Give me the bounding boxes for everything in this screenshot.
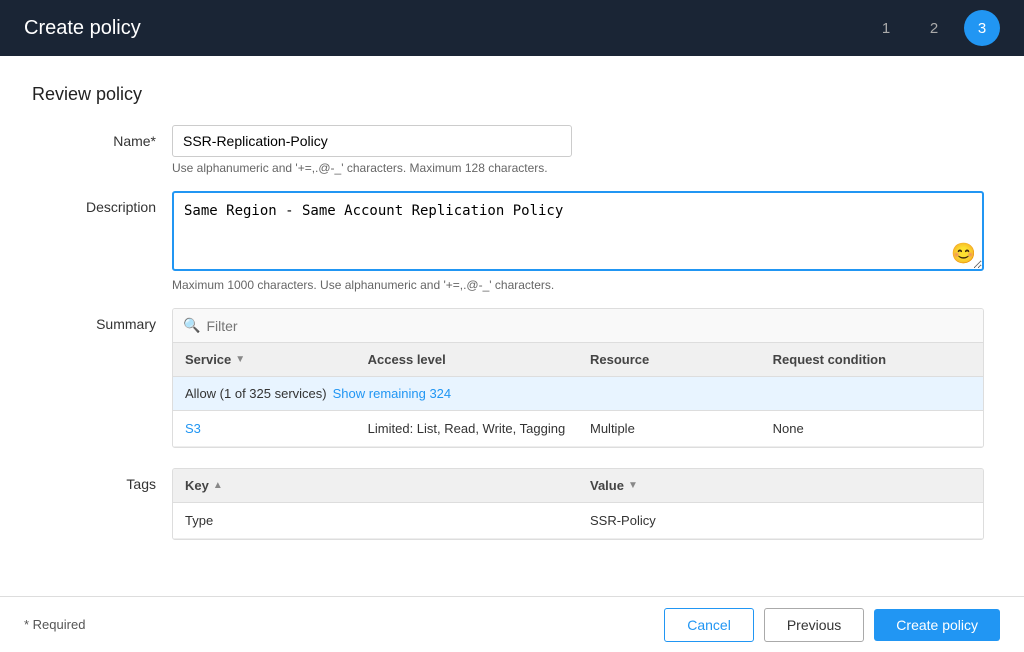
tags-field-wrapper: Key ▲ Value ▼ Type SSR-Policy	[172, 468, 992, 540]
tags-label: Tags	[32, 468, 172, 492]
key-sort-icon: ▲	[213, 480, 223, 491]
step-2: 2	[916, 10, 952, 46]
footer-buttons: Cancel Previous Create policy	[664, 608, 1000, 642]
name-label: Name*	[32, 125, 172, 149]
footer: * Required Cancel Previous Create policy	[0, 596, 1024, 652]
condition-column-header: Request condition	[761, 343, 983, 376]
name-input[interactable]	[172, 125, 572, 157]
access-cell: Limited: List, Read, Write, Tagging	[356, 411, 578, 446]
description-row: Description 😊 Maximum 1000 characters. U…	[32, 191, 992, 292]
summary-row: Summary 🔍 Service ▼ Access level Resourc…	[32, 308, 992, 448]
tags-row: Tags Key ▲ Value ▼ Type SSR-Policy	[32, 468, 992, 540]
page-title: Create policy	[24, 17, 141, 40]
textarea-wrapper: 😊	[172, 191, 984, 274]
emoji-icon: 😊	[951, 241, 976, 266]
value-column-header: Value ▼	[578, 469, 983, 502]
description-hint: Maximum 1000 characters. Use alphanumeri…	[172, 278, 992, 292]
table-header: Service ▼ Access level Resource Request …	[173, 343, 983, 377]
value-cell: SSR-Policy	[578, 503, 983, 538]
required-note: * Required	[24, 617, 85, 632]
step-1: 1	[868, 10, 904, 46]
cancel-button[interactable]: Cancel	[664, 608, 754, 642]
resource-column-header: Resource	[578, 343, 761, 376]
description-input[interactable]	[172, 191, 984, 271]
top-bar: Create policy 1 2 3	[0, 0, 1024, 56]
summary-label: Summary	[32, 308, 172, 332]
tags-table-row: Type SSR-Policy	[173, 503, 983, 539]
group-row: Allow (1 of 325 services) Show remaining…	[173, 377, 983, 411]
key-column-header: Key ▲	[173, 469, 578, 502]
create-policy-button[interactable]: Create policy	[874, 609, 1000, 641]
tags-box: Key ▲ Value ▼ Type SSR-Policy	[172, 468, 984, 540]
search-icon: 🔍	[183, 317, 200, 334]
table-row: S3 Limited: List, Read, Write, Tagging M…	[173, 411, 983, 447]
description-label: Description	[32, 191, 172, 215]
description-field-wrapper: 😊 Maximum 1000 characters. Use alphanume…	[172, 191, 992, 292]
show-remaining-link[interactable]: Show remaining 324	[333, 386, 452, 401]
service-column-header: Service ▼	[173, 343, 356, 376]
name-hint: Use alphanumeric and '+=,.@-_' character…	[172, 161, 992, 175]
resource-cell: Multiple	[578, 411, 761, 446]
summary-box: 🔍 Service ▼ Access level Resource Reques…	[172, 308, 984, 448]
name-field-wrapper: Use alphanumeric and '+=,.@-_' character…	[172, 125, 992, 175]
steps-indicator: 1 2 3	[868, 10, 1000, 46]
tags-header: Key ▲ Value ▼	[173, 469, 983, 503]
summary-field-wrapper: 🔍 Service ▼ Access level Resource Reques…	[172, 308, 992, 448]
filter-input[interactable]	[206, 318, 973, 334]
section-title: Review policy	[32, 84, 992, 105]
service-cell[interactable]: S3	[173, 411, 356, 446]
value-sort-icon: ▼	[628, 480, 638, 491]
filter-bar: 🔍	[173, 309, 983, 343]
key-cell: Type	[173, 503, 578, 538]
sort-icon: ▼	[235, 354, 245, 365]
name-row: Name* Use alphanumeric and '+=,.@-_' cha…	[32, 125, 992, 175]
previous-button[interactable]: Previous	[764, 608, 864, 642]
main-content: Review policy Name* Use alphanumeric and…	[0, 56, 1024, 596]
step-3: 3	[964, 10, 1000, 46]
access-column-header: Access level	[356, 343, 578, 376]
condition-cell: None	[761, 411, 983, 446]
